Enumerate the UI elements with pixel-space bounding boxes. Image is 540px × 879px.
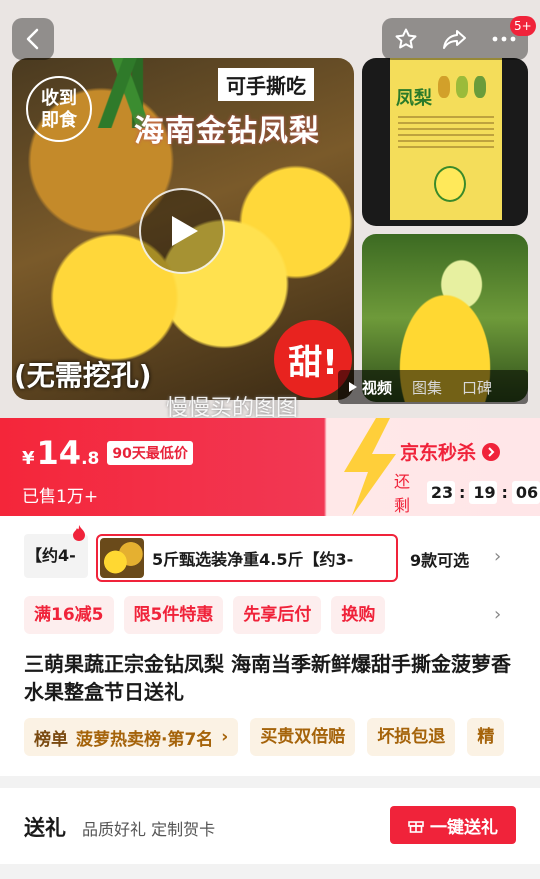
more-icon xyxy=(492,36,516,42)
small-play-icon xyxy=(349,382,357,392)
share-button[interactable] xyxy=(435,19,475,59)
spec-option-selected[interactable]: 5斤甄选装净重4.5斤【约3- xyxy=(96,534,398,582)
tagline-overlay: 可手撕吃 xyxy=(218,68,314,101)
star-icon xyxy=(395,28,417,49)
spec-option-label: 5斤甄选装净重4.5斤【约3- xyxy=(152,550,354,569)
gift-description: 品质好礼 定制贺卡 xyxy=(82,820,216,839)
thumbnail-info-card[interactable]: 凤梨 xyxy=(362,58,528,226)
gift-section: 送礼 品质好礼 定制贺卡 一键送礼 xyxy=(0,788,540,864)
play-icon xyxy=(172,216,198,246)
spec-thumbnail xyxy=(100,538,144,578)
pineapple-stage-3 xyxy=(474,76,486,98)
ranking-chip[interactable]: 榜单 菠萝热卖榜·第7名 › xyxy=(24,718,239,756)
product-info: 【约4- 5斤甄选装净重4.5斤【约3- 9款可选 › 满16减5 限5件特惠 … xyxy=(0,516,540,776)
send-gift-label: 一键送礼 xyxy=(430,817,498,838)
promo-tag[interactable]: 满16减5 xyxy=(24,596,114,634)
chevron-right-icon[interactable]: › xyxy=(494,546,501,567)
currency-symbol: ¥ xyxy=(22,448,35,469)
tab-gallery-label: 图集 xyxy=(412,378,443,397)
promo-row: 满16减5 限5件特惠 先享后付 换购 xyxy=(24,596,386,634)
tab-video-label: 视频 xyxy=(362,378,393,397)
play-button[interactable] xyxy=(139,188,225,274)
back-button[interactable] xyxy=(12,18,54,60)
tab-video[interactable]: 视频 xyxy=(348,377,392,398)
image-gallery: 收到 即食 可手撕吃 海南金钻凤梨 (无需挖孔) 甜! 凤梨 视频 图集 口碑 … xyxy=(0,0,540,418)
product-page: 收到 即食 可手撕吃 海南金钻凤梨 (无需挖孔) 甜! 凤梨 视频 图集 口碑 … xyxy=(0,0,540,879)
flash-sale-link[interactable]: 京东秒杀 xyxy=(400,438,501,465)
countdown-hours: 23 xyxy=(426,480,455,504)
info-card-panel: 凤梨 xyxy=(390,58,502,220)
send-gift-button[interactable]: 一键送礼 xyxy=(390,806,516,844)
product-title: 三萌果蔬正宗金钻凤梨 海南当季新鲜爆甜手撕金菠萝香水果整盒节日送礼 xyxy=(24,652,511,704)
watermark-text: 慢慢买的图图 xyxy=(166,396,299,418)
info-card-title: 凤梨 xyxy=(396,88,432,109)
price-decimal: .8 xyxy=(81,449,100,469)
flash-sale-title: 京东秒杀 xyxy=(400,442,477,464)
share-icon xyxy=(442,30,466,49)
top-action-group xyxy=(382,18,528,60)
countdown-sep: : xyxy=(501,482,508,502)
chevron-left-icon xyxy=(26,28,39,50)
receive-eat-stamp: 收到 即食 xyxy=(26,76,92,142)
pineapple-mascot xyxy=(434,166,466,202)
ranking-value: 菠萝热卖榜·第7名 xyxy=(76,729,214,750)
hint-overlay: (无需挖孔) xyxy=(14,359,152,392)
price-integer: 14 xyxy=(36,434,82,472)
tab-reviews[interactable]: 口碑 xyxy=(462,377,492,398)
chevron-right-icon xyxy=(482,442,501,461)
countdown-minutes: 19 xyxy=(469,480,498,504)
chevron-right-icon: › xyxy=(221,727,229,747)
pineapple-stage-2 xyxy=(456,76,468,98)
gift-title: 送礼 xyxy=(24,816,66,840)
ranking-key: 榜单 xyxy=(34,729,68,750)
pineapple-stage-1 xyxy=(438,76,450,98)
promo-tag[interactable]: 换购 xyxy=(331,596,386,634)
message-count-badge: 5+ xyxy=(510,16,536,36)
countdown-sep: : xyxy=(458,482,466,502)
stamp-line-2: 即食 xyxy=(41,110,77,131)
favorite-button[interactable] xyxy=(386,19,426,59)
stamp-line-1: 收到 xyxy=(41,88,77,109)
chevron-right-icon[interactable]: › xyxy=(494,604,501,625)
media-tabs: 视频 图集 口碑 xyxy=(338,370,528,404)
info-card-text-lines xyxy=(398,116,494,150)
spec-selector: 【约4- 5斤甄选装净重4.5斤【约3- 9款可选 › xyxy=(0,525,540,582)
lowest-price-tag: 90天最低价 xyxy=(107,441,193,465)
gift-icon xyxy=(408,821,424,833)
spec-count[interactable]: 9款可选 xyxy=(410,547,469,571)
service-chip[interactable]: 精 xyxy=(467,718,505,756)
promo-tag[interactable]: 先享后付 xyxy=(233,596,322,634)
countdown-timer: 还剩 23 : 19 : 06 xyxy=(394,468,540,516)
tab-gallery[interactable]: 图集 xyxy=(412,377,442,398)
service-chip[interactable]: 坏损包退 xyxy=(367,718,456,756)
service-row: 榜单 菠萝热卖榜·第7名 › 买贵双倍赔 坏损包退 精 xyxy=(24,718,540,756)
price-block: ¥ 14 .8 90天最低价 已售1万+ xyxy=(22,434,193,507)
tab-reviews-label: 口碑 xyxy=(462,378,493,397)
sold-count: 已售1万+ xyxy=(22,487,99,507)
price-banner: ¥ 14 .8 90天最低价 已售1万+ 京东秒杀 还剩 23 : 19 : 0… xyxy=(0,418,540,516)
flame-icon xyxy=(73,525,85,541)
countdown-label: 还剩 xyxy=(394,472,411,515)
service-chip[interactable]: 买贵双倍赔 xyxy=(250,718,356,756)
countdown-seconds: 06 xyxy=(511,480,540,504)
promo-tag[interactable]: 限5件特惠 xyxy=(123,596,224,634)
title-overlay: 海南金钻凤梨 xyxy=(134,114,320,149)
main-product-video[interactable]: 收到 即食 可手撕吃 海南金钻凤梨 (无需挖孔) 甜! xyxy=(12,58,354,400)
